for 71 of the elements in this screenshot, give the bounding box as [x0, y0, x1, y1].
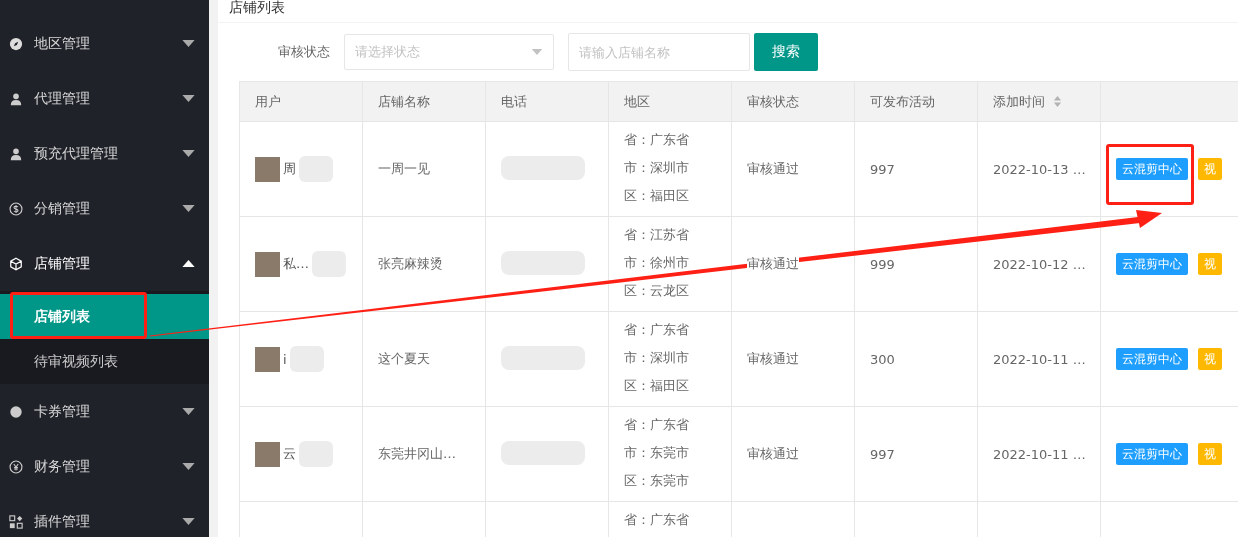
shop-name: 张亮麻辣烫 — [378, 256, 443, 271]
filter-label: 审核状态 — [278, 43, 330, 61]
circle-icon — [9, 404, 23, 419]
review-status: 审核通过 — [747, 256, 799, 271]
column-title: 添加时间 — [993, 92, 1045, 111]
added-time: 2022-10-13 … — [993, 161, 1086, 177]
region-line: 区：福田区 — [624, 187, 690, 205]
nav-item[interactable]: 插件管理 — [0, 494, 209, 537]
region-line: 省：广东省 — [624, 321, 690, 339]
person-icon — [9, 91, 23, 106]
region-line: 区：福田区 — [624, 377, 690, 395]
cube-icon — [9, 256, 23, 271]
nav-item[interactable]: 分销管理 — [0, 181, 209, 236]
search-button[interactable]: 搜索 — [754, 33, 818, 71]
activity-count: 997 — [870, 161, 895, 177]
column-header: 地区 — [608, 81, 732, 122]
review-status: 审核通过 — [747, 351, 799, 366]
region-line: 省：广东省 — [624, 511, 690, 529]
activity-count: 997 — [870, 446, 895, 462]
region-line: 市：徐州市 — [624, 254, 690, 272]
caret-down-icon — [531, 49, 543, 55]
review-status: 审核通过 — [747, 446, 799, 461]
column-header: 审核状态 — [731, 81, 855, 122]
card-title: 店铺列表 — [229, 0, 285, 17]
action-button[interactable]: 云混剪中心 — [1116, 158, 1188, 180]
grid-icon — [9, 514, 23, 529]
region-line: 省：广东省 — [624, 416, 690, 434]
shop-name: 一周一见 — [378, 161, 430, 176]
column-header: 可发布活动 — [854, 81, 978, 122]
sort-icon[interactable] — [1053, 95, 1062, 108]
region-line: 市：深圳市 — [624, 349, 690, 367]
region-line: 省：江苏省 — [624, 226, 690, 244]
region-line: 省：广东省 — [624, 131, 690, 149]
yen-icon — [9, 459, 23, 474]
action-button[interactable]: 云混剪中心 — [1116, 253, 1188, 275]
submenu-item[interactable]: 待审视频列表 — [0, 339, 209, 384]
region-line: 区：云龙区 — [624, 282, 690, 300]
dollar-icon — [9, 201, 23, 216]
review-status: 审核通过 — [747, 161, 799, 176]
nav-item[interactable]: 代理管理 — [0, 71, 209, 126]
added-time: 2022-10-11 … — [993, 446, 1086, 462]
shop-name: 东莞井冈山… — [378, 446, 456, 461]
region-line: 市：深圳市 — [624, 159, 690, 177]
added-time: 2022-10-11 … — [993, 351, 1086, 367]
column-header: 电话 — [485, 81, 609, 122]
action-button[interactable]: 云混剪中心 — [1116, 443, 1188, 465]
nav-item[interactable]: 预充代理管理 — [0, 126, 209, 181]
action-button[interactable]: 云混剪中心 — [1116, 348, 1188, 370]
compass-icon — [9, 36, 23, 51]
user-name: 私… — [283, 255, 309, 273]
person-icon — [9, 146, 23, 161]
status-select[interactable]: 请选择状态 — [344, 34, 554, 70]
avatar-placeholder — [255, 251, 280, 277]
added-time: 2022-10-12 … — [993, 256, 1086, 272]
avatar-placeholder — [255, 441, 280, 467]
nav-item[interactable]: 店铺管理 — [0, 236, 209, 291]
activity-count: 999 — [870, 256, 895, 272]
avatar-placeholder — [255, 346, 280, 372]
user-name: 周 — [283, 160, 296, 178]
user-name: i — [283, 351, 287, 367]
region-line: 市：东莞市 — [624, 444, 690, 462]
region-line: 区：东莞市 — [624, 472, 690, 490]
user-name: 云 — [283, 445, 296, 463]
nav-item[interactable]: 卡券管理 — [0, 384, 209, 439]
activity-count: 300 — [870, 351, 895, 367]
nav-item[interactable]: 财务管理 — [0, 439, 209, 494]
column-header: 店铺名称 — [362, 81, 486, 122]
avatar-placeholder — [255, 156, 280, 182]
nav-item[interactable]: 地区管理 — [0, 16, 209, 71]
column-header: 用户 — [239, 81, 363, 122]
shop-name: 这个夏天 — [378, 351, 430, 366]
